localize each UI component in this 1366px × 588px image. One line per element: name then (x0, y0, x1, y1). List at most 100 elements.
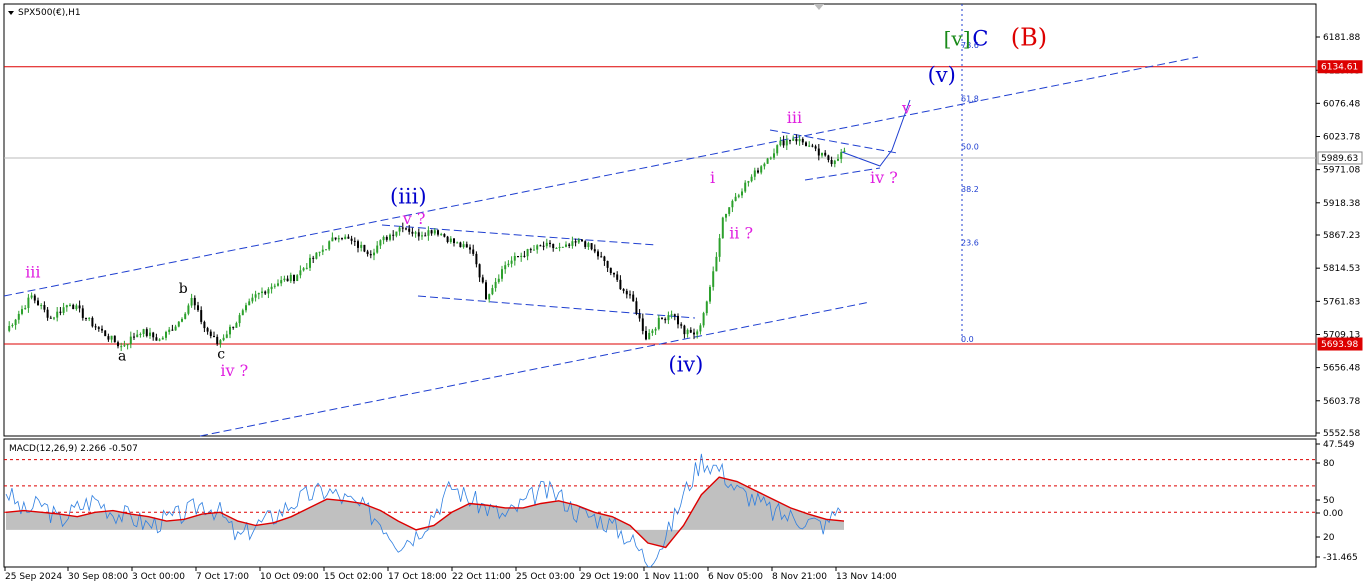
candle-body (805, 142, 807, 146)
candle-body (430, 230, 433, 234)
candle-body (373, 252, 375, 256)
candle-body (520, 255, 523, 257)
candle-body (110, 335, 113, 340)
time-tick-label: 8 Nov 21:00 (772, 572, 827, 582)
wave-label-6: v ? (402, 209, 426, 228)
candle-body (328, 241, 331, 250)
candle-body (517, 255, 519, 257)
candle-body (123, 345, 126, 347)
candle-body (94, 326, 97, 328)
candle-body (158, 339, 161, 341)
candle-body (449, 238, 452, 243)
macd-tick-label: 50 (1323, 496, 1335, 506)
candle-body (235, 323, 238, 328)
wave-label-11: iv ? (870, 168, 898, 187)
candle-body (693, 332, 695, 335)
candle-body (757, 170, 759, 173)
time-tick-label: 25 Sep 2024 (5, 572, 62, 582)
candle-body (728, 207, 731, 214)
time-tick-label: 30 Sep 08:00 (68, 572, 128, 582)
candle-body (830, 159, 833, 165)
candle-body (177, 321, 180, 327)
candle-body (513, 255, 516, 261)
candle-body (257, 293, 260, 295)
candle-body (641, 318, 644, 331)
wave-label-13: (v) (928, 63, 956, 87)
candle-body (197, 305, 199, 311)
candle-body (120, 346, 123, 348)
candle-body (315, 252, 318, 259)
candle-body (53, 317, 55, 319)
candle-body (385, 236, 388, 240)
macd-axis: 47.549 80 50 0.00 20 -31.465 (1316, 440, 1358, 563)
candle-body (545, 242, 548, 247)
candle-body (811, 145, 814, 147)
candle-body (609, 267, 612, 274)
candle-body (462, 244, 465, 248)
candle-body (331, 237, 334, 242)
candle-body (299, 270, 302, 276)
candle-body (469, 247, 471, 250)
candle-body (773, 153, 775, 158)
candle-body (536, 245, 539, 250)
candle-body (350, 238, 353, 241)
candle-body (622, 289, 625, 291)
candle-body (744, 182, 747, 192)
wave-label-10: iii (787, 108, 802, 127)
time-tick-label: 25 Oct 03:00 (516, 572, 575, 582)
candle-body (117, 342, 119, 347)
candle-body (760, 166, 763, 173)
candle-body (795, 138, 798, 142)
candle-body (686, 329, 689, 335)
time-tick-label: 1 Nov 11:00 (644, 572, 699, 582)
candle-body (248, 301, 251, 306)
candle-body (657, 317, 660, 329)
candle-body (337, 238, 340, 240)
wave-label-8: i (710, 168, 715, 187)
candle-body (251, 297, 254, 302)
candle-body (651, 330, 654, 333)
candle-body (485, 282, 487, 300)
price-axis: 6181.886129.036076.486023.785971.085918.… (1316, 33, 1360, 439)
candle-body (680, 324, 683, 326)
time-tick-label: 29 Oct 19:00 (580, 572, 639, 582)
candle-body (792, 138, 795, 141)
candle-body (619, 279, 622, 290)
candle-body (504, 265, 507, 270)
candle-body (565, 244, 567, 247)
candle-body (677, 315, 679, 325)
candle-body (427, 230, 430, 236)
candle-body (437, 230, 439, 235)
macd-tick-label: 20 (1323, 533, 1335, 543)
candle-body (136, 334, 139, 338)
candle-body (414, 232, 417, 234)
candle-body (8, 326, 11, 331)
candle-body (149, 332, 151, 336)
candle-body (606, 261, 609, 268)
candle-body (785, 140, 788, 146)
candle-body (725, 213, 727, 218)
candle-body (587, 243, 590, 247)
candle-body (635, 301, 638, 314)
candle-body (443, 234, 446, 237)
price-tick-label: 5971.08 (1323, 166, 1360, 176)
candle-body (305, 267, 308, 269)
candle-body (510, 260, 513, 264)
candle-body (661, 317, 663, 319)
candle-body (33, 295, 36, 301)
wave-label-16: (B) (1011, 24, 1047, 52)
candle-body (155, 337, 158, 341)
candle-body (405, 228, 407, 230)
candle-body (741, 191, 743, 196)
macd-title: MACD(12,26,9) 2.266 -0.507 (9, 444, 138, 454)
candle-body (440, 234, 443, 236)
candle-body (734, 196, 737, 201)
candle-body (737, 195, 740, 197)
candle-body (827, 155, 830, 160)
candle-body (27, 297, 30, 309)
candle-body (184, 313, 187, 319)
candle-body (81, 308, 84, 318)
candle-body (325, 249, 327, 251)
candle-body (398, 227, 401, 232)
wave-label-7: (iv) (668, 353, 703, 377)
